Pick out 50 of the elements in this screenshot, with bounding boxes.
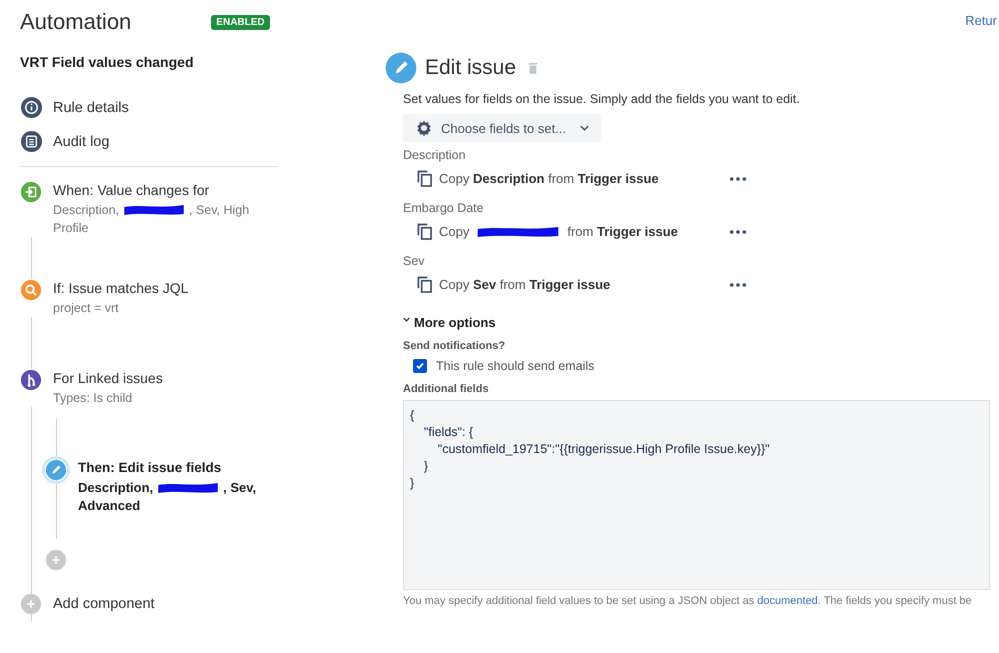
pencil-icon (45, 459, 67, 481)
more-icon[interactable] (729, 282, 747, 286)
copy-icon (417, 170, 432, 187)
more-icon[interactable] (729, 230, 747, 234)
copy-rule-text: Copy (439, 224, 470, 239)
field-label: Send notifications? (403, 340, 506, 352)
nav-link[interactable]: Audit log (53, 134, 110, 150)
step-detail: Profile (53, 220, 88, 237)
info-icon (20, 96, 43, 119)
editor-description: Set values for fields on the issue. Simply add the fields you want to edit. (403, 92, 801, 106)
field-label: Description (403, 148, 467, 162)
field-label: Sev (403, 254, 426, 268)
checkbox[interactable] (413, 359, 427, 373)
copy-rule-text: from Trigger issue (567, 224, 678, 239)
return-link[interactable]: Retur (965, 12, 997, 28)
choose-fields-button[interactable]: Choose fields to set... (403, 114, 601, 142)
editor-title: Edit issue (425, 56, 516, 80)
field-label: Embargo Date (403, 201, 485, 215)
status-badge: ENABLED (211, 14, 270, 30)
settings-icon (415, 119, 433, 137)
step-detail: Advanced (78, 497, 140, 515)
step-detail: Description, (78, 479, 154, 497)
step-title[interactable]: If: Issue matches JQL (53, 279, 268, 297)
json-field[interactable]: { "fields": { "customfield_19715":"{{triggerissue.High Profile Issue.key}}" } } (403, 400, 990, 590)
step-detail: , Sev, (223, 479, 256, 497)
step-title[interactable]: For Linked issues (53, 369, 268, 387)
step-detail: Types: Is child (53, 390, 132, 407)
step-title[interactable]: When: Value changes for (53, 181, 268, 199)
rule-name: VRT Field values changed (20, 54, 194, 70)
step-detail: , Sev, High (189, 202, 250, 219)
list-icon (20, 130, 43, 153)
more-icon[interactable] (729, 176, 747, 180)
copy-icon (417, 276, 432, 293)
copy-rule-text: Copy Description from Trigger issue (439, 171, 659, 186)
more-options-toggle[interactable]: More options (403, 315, 496, 330)
step-title[interactable]: Then: Edit issue fields (78, 459, 293, 477)
page-title: Automation (20, 9, 132, 35)
pencil-icon (385, 52, 417, 84)
step-detail: project = vrt (53, 300, 119, 317)
field-label: Additional fields (403, 383, 490, 395)
step-detail: Description, (53, 202, 119, 219)
add-component-link[interactable]: Add component (53, 596, 155, 612)
help-text: You may specify additional field values to be set using a JSON object as documented. The fields you specify must be (403, 595, 973, 607)
checkbox-label: This rule should send emails (436, 359, 594, 373)
documented-link[interactable]: documented (757, 595, 818, 607)
nav-link[interactable]: Rule details (53, 100, 129, 116)
chevron-down-icon (580, 125, 589, 131)
copy-icon (417, 223, 432, 240)
checkmark-icon (414, 360, 426, 372)
copy-rule-text: Copy Sev from Trigger issue (439, 277, 610, 292)
